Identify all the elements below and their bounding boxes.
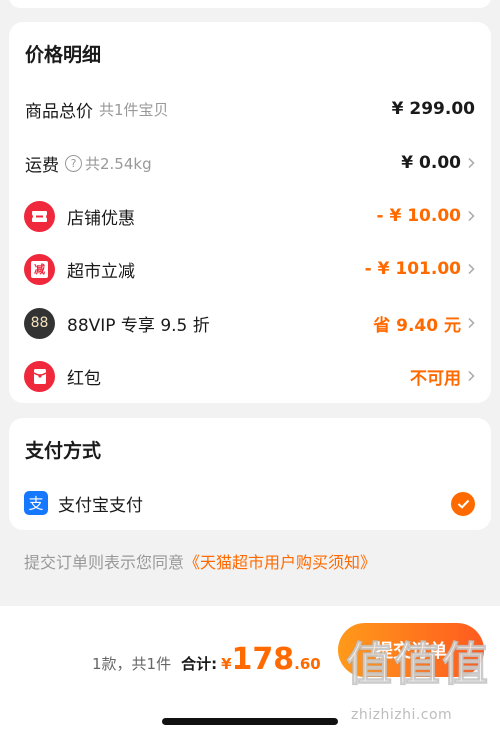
selected-check-icon[interactable] bbox=[451, 492, 475, 516]
question-icon[interactable]: ? bbox=[65, 154, 82, 172]
red-packet-label: 红包 bbox=[67, 368, 101, 389]
svg-text:支: 支 bbox=[28, 495, 43, 513]
shipping-label: 运费 bbox=[25, 155, 59, 176]
chevron-right-icon bbox=[468, 210, 475, 222]
watermark-url: zhizhizhi.com bbox=[351, 707, 453, 723]
total-integer: 178 bbox=[231, 642, 295, 677]
price-detail-title: 价格明细 bbox=[25, 44, 102, 66]
chevron-right-icon bbox=[468, 370, 475, 382]
payment-card: 支付方式 支 支付宝支付 bbox=[9, 418, 491, 530]
shipping-row[interactable]: 运费 ? 共2.54kg ¥ 0.00 bbox=[9, 146, 491, 180]
supermarket-discount-value: - ¥ 101.00 bbox=[364, 259, 461, 279]
shop-discount-label: 店铺优惠 bbox=[67, 208, 135, 229]
reduce-icon: 减 bbox=[24, 253, 55, 285]
red-packet-row[interactable]: 红包 不可用 bbox=[9, 359, 491, 393]
total-label: 合计: bbox=[181, 655, 218, 673]
total-decimal: .60 bbox=[294, 655, 321, 673]
chevron-right-icon bbox=[468, 157, 475, 169]
total-currency: ¥ bbox=[221, 655, 232, 673]
red-packet-icon bbox=[24, 360, 55, 392]
shop-discount-row[interactable]: 店铺优惠 - ¥ 10.00 bbox=[9, 199, 491, 233]
goods-total-label: 商品总价 bbox=[25, 101, 93, 122]
chevron-right-icon bbox=[468, 317, 475, 329]
shipping-value: ¥ 0.00 bbox=[401, 153, 461, 173]
home-indicator bbox=[162, 718, 338, 725]
vip-discount-label: 88VIP 专享 9.5 折 bbox=[67, 315, 210, 336]
payment-title: 支付方式 bbox=[25, 440, 102, 462]
agreement-prefix: 提交订单则表示您同意 bbox=[24, 553, 185, 572]
vip-discount-value: 省 9.40 元 bbox=[373, 315, 461, 336]
goods-count-text: 共1件宝贝 bbox=[99, 100, 169, 119]
ticket-icon bbox=[24, 200, 55, 232]
supermarket-discount-row[interactable]: 减 超市立减 - ¥ 101.00 bbox=[9, 252, 491, 286]
alipay-label: 支付宝支付 bbox=[58, 495, 143, 516]
vip-discount-row[interactable]: 88 88VIP 专享 9.5 折 省 9.40 元 bbox=[9, 306, 491, 340]
alipay-icon: 支 bbox=[24, 491, 48, 515]
shop-discount-value: - ¥ 10.00 bbox=[376, 206, 462, 226]
previous-card bbox=[9, 0, 491, 8]
shipping-weight: 共2.54kg bbox=[85, 154, 152, 173]
vip88-icon: 88 bbox=[24, 307, 55, 339]
price-detail-card: 价格明细 商品总价 共1件宝贝 ¥ 299.00 运费 ? 共2.54kg ¥ … bbox=[9, 22, 491, 403]
red-packet-value: 不可用 bbox=[410, 368, 461, 389]
order-summary: 1款，共1件 合计: ¥ 178 .60 bbox=[92, 642, 321, 677]
agreement-text: 提交订单则表示您同意《天猫超市用户购买须知》 bbox=[24, 549, 376, 573]
supermarket-discount-label: 超市立减 bbox=[67, 261, 135, 282]
watermark-logo: 值值值 bbox=[346, 637, 490, 692]
goods-total-value: ¥ 299.00 bbox=[391, 99, 475, 119]
agreement-link[interactable]: 《天猫超市用户购买须知》 bbox=[184, 553, 376, 572]
item-count: 1款，共1件 bbox=[92, 655, 172, 673]
alipay-option[interactable]: 支 支付宝支付 bbox=[9, 486, 491, 520]
goods-total-row: 商品总价 共1件宝贝 ¥ 299.00 bbox=[9, 92, 491, 126]
chevron-right-icon bbox=[468, 263, 475, 275]
